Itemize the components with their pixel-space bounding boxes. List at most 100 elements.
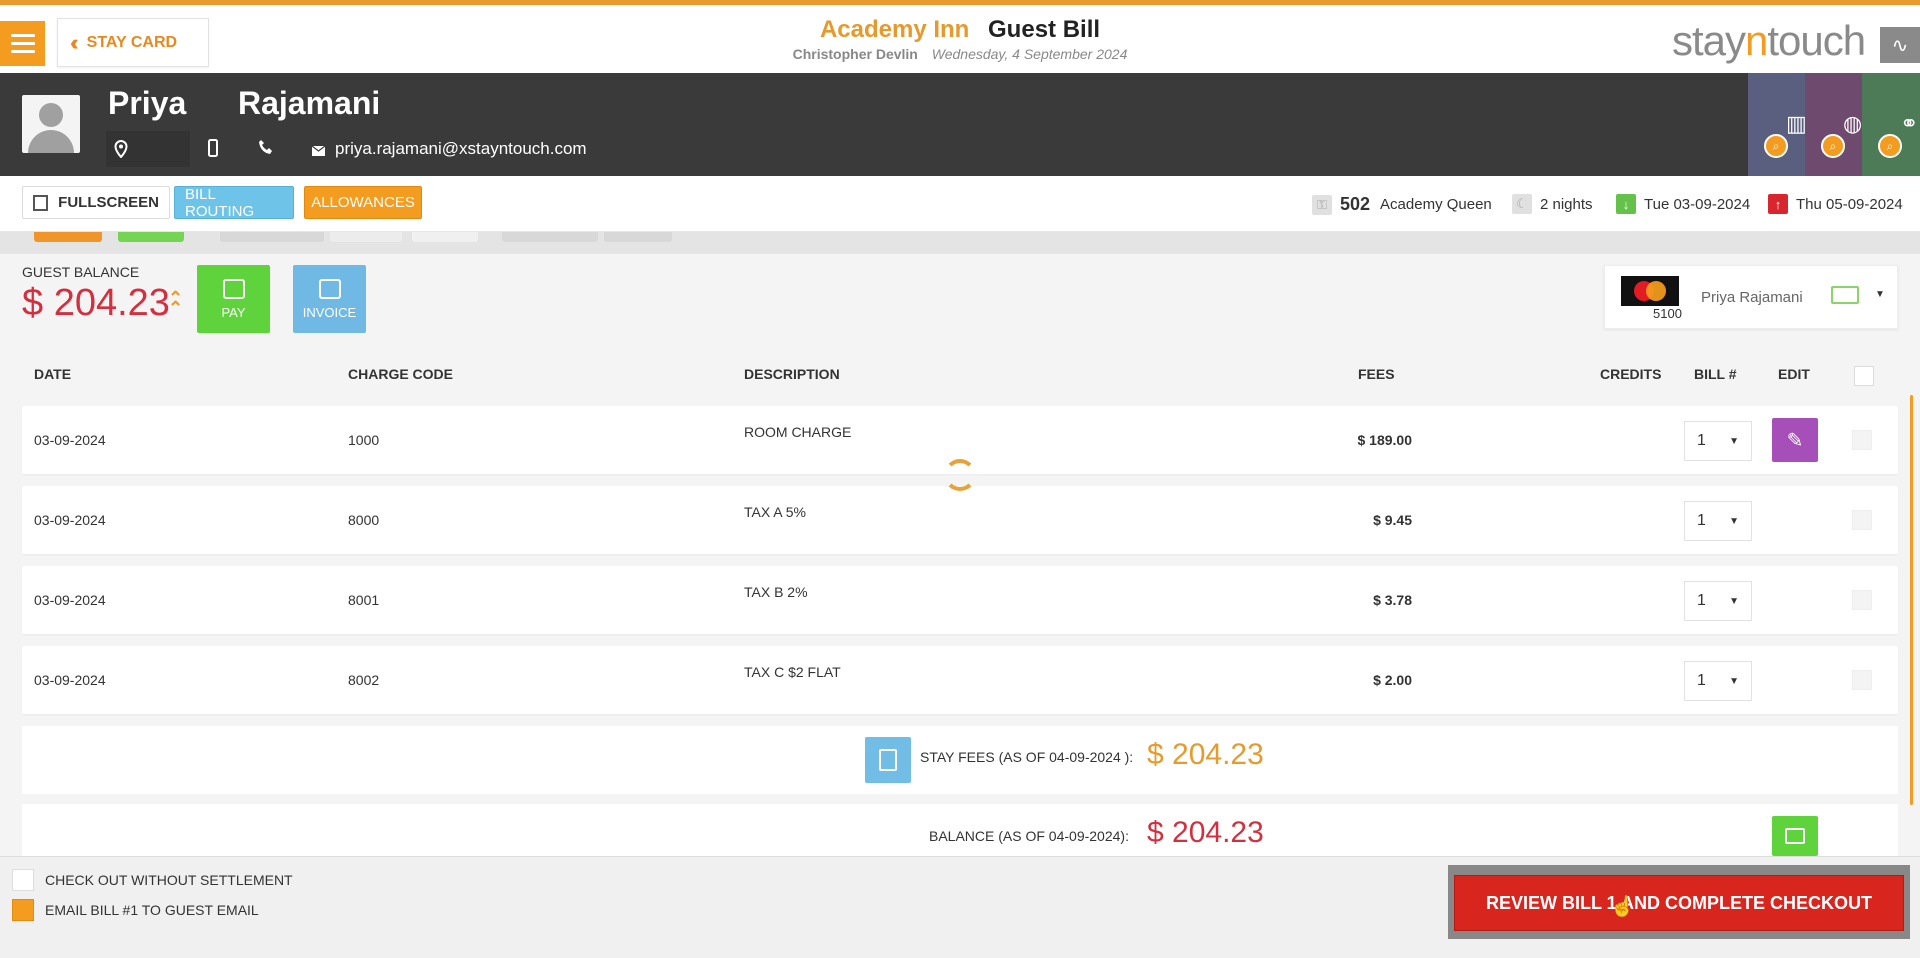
activity-pulse-icon[interactable]: ∿ — [1880, 27, 1920, 63]
bill-number-select[interactable]: 1 ▼ — [1684, 661, 1752, 701]
bill-routing-button[interactable]: BILL ROUTING — [174, 186, 294, 220]
menu-icon[interactable] — [0, 21, 45, 66]
column-header-fees: FEES — [1358, 366, 1395, 382]
column-header-edit: EDIT — [1778, 366, 1810, 382]
bill-number-select[interactable]: 1 ▼ — [1684, 421, 1752, 461]
page-title-block: Academy Inn Guest Bill Christopher Devli… — [760, 16, 1160, 62]
guest-email[interactable]: priya.rajamani@xstayntouch.com — [335, 139, 587, 159]
pointer-cursor-icon: ☝ — [1610, 896, 1635, 918]
wallet-pay-button[interactable] — [1772, 816, 1818, 856]
column-header-date: DATE — [34, 366, 72, 382]
wallet-icon — [222, 278, 245, 299]
guest-balance-label: GUEST BALANCE — [22, 264, 140, 280]
user-name: Christopher Devlin — [792, 46, 918, 62]
departure-info: ↑ Thu 05-09-2024 — [1768, 194, 1903, 214]
phone-icon[interactable] — [258, 139, 274, 160]
bill-number-select[interactable]: 1 ▼ — [1684, 581, 1752, 621]
moon-icon: ☾ — [1512, 194, 1532, 214]
row-fees: $ 3.78 — [1373, 592, 1412, 608]
bill-number-select[interactable]: 1 ▼ — [1684, 501, 1752, 541]
page-title: Guest Bill — [988, 16, 1101, 43]
row-checkbox[interactable] — [1852, 430, 1872, 450]
caret-down-icon: ▼ — [1729, 436, 1739, 447]
nights-count: 2 nights — [1540, 195, 1593, 213]
receipt-icon[interactable] — [865, 737, 911, 783]
complete-checkout-button[interactable]: REVIEW BILL 1 AND COMPLETE CHECKOUT — [1454, 875, 1904, 931]
arrival-info: ↓ Tue 03-09-2024 — [1616, 194, 1750, 214]
select-all-checkbox[interactable] — [1854, 366, 1874, 386]
room-info: ⚿ 502 Academy Queen — [1312, 194, 1492, 215]
row-fees: $ 9.45 — [1373, 512, 1412, 528]
room-type: Academy Queen — [1380, 196, 1492, 213]
table-row: 03-09-2024 8000 TAX A 5% $ 9.45 1 ▼ — [22, 486, 1898, 554]
row-description: TAX B 2% — [744, 584, 808, 600]
scrollbar[interactable] — [1910, 395, 1913, 805]
row-date: 03-09-2024 — [34, 512, 106, 528]
top-bar: ‹‹ STAY CARD Academy Inn Guest Bill Chri… — [0, 0, 1920, 73]
business-date: Wednesday, 4 September 2024 — [931, 46, 1128, 62]
card-last-digits: 5100 — [1653, 306, 1682, 321]
building-icon: ▥ — [1786, 111, 1807, 136]
collapsed-summary-strip — [0, 232, 1920, 254]
brand-post: touch — [1767, 17, 1866, 64]
action-bar: FULLSCREEN BILL ROUTING ALLOWANCES ⚿ 502… — [0, 176, 1920, 232]
guest-first-name: Priya — [108, 85, 187, 121]
location-field[interactable] — [106, 131, 190, 167]
column-header-charge-code: CHARGE CODE — [348, 366, 454, 382]
row-checkbox[interactable] — [1852, 590, 1872, 610]
stay-card-button[interactable]: ‹‹ STAY CARD — [57, 18, 209, 67]
avatar[interactable] — [22, 95, 80, 153]
credit-card-icon — [1831, 286, 1859, 304]
brand-pre: stay — [1672, 17, 1746, 64]
row-checkbox[interactable] — [1852, 510, 1872, 530]
room-number: 502 — [1340, 194, 1371, 214]
double-chevron-up-icon[interactable]: ⌃ ⌃ — [168, 289, 183, 317]
column-header-credits: CREDITS — [1600, 366, 1662, 382]
allowances-button[interactable]: ALLOWANCES — [304, 186, 422, 219]
travel-agent-card-tab[interactable]: ◍ ⌕ — [1805, 73, 1863, 176]
payment-method-selector[interactable]: 5100 Priya Rajamani ▼ — [1604, 265, 1898, 329]
pencil-icon: ✎ — [1786, 429, 1804, 452]
row-charge-code: 8002 — [348, 672, 380, 688]
stay-card-label: STAY CARD — [86, 33, 178, 51]
row-description: TAX A 5% — [744, 504, 806, 520]
key-icon: ⚿ — [1312, 194, 1332, 215]
pay-button[interactable]: PAY — [197, 265, 270, 333]
departure-date: Thu 05-09-2024 — [1796, 195, 1903, 213]
checkout-without-settlement-checkbox[interactable] — [12, 869, 34, 891]
row-charge-code: 8000 — [348, 512, 380, 528]
row-description: ROOM CHARGE — [744, 424, 852, 440]
globe-icon: ◍ — [1843, 111, 1863, 136]
email-bill-checkbox[interactable] — [12, 899, 34, 921]
fullscreen-label: FULLSCREEN — [58, 194, 159, 211]
group-card-tab[interactable]: ⚭ ⌕ — [1862, 73, 1920, 176]
mobile-icon[interactable] — [208, 139, 218, 162]
balance-row: BALANCE (AS OF 04-09-2024): $ 204.23 — [22, 804, 1898, 856]
stay-fees-amount: $ 204.23 — [1147, 738, 1264, 771]
column-header-description: DESCRIPTION — [744, 366, 840, 382]
caret-down-icon: ▼ — [1729, 676, 1739, 687]
company-card-tab[interactable]: ▥ ⌕ — [1748, 73, 1807, 176]
mastercard-icon — [1621, 276, 1679, 306]
location-icon — [114, 140, 128, 158]
card-tabs: ▥ ⌕ ◍ ⌕ ⚭ ⌕ — [1748, 73, 1920, 176]
edit-button[interactable]: ✎ — [1772, 418, 1818, 462]
row-charge-code: 1000 — [348, 432, 380, 448]
row-fees: $ 2.00 — [1373, 672, 1412, 688]
row-charge-code: 8001 — [348, 592, 380, 608]
row-date: 03-09-2024 — [34, 432, 106, 448]
stay-fees-row: STAY FEES (AS OF 04-09-2024 ): $ 204.23 — [22, 726, 1898, 794]
brand-accent: n — [1745, 17, 1768, 64]
row-checkbox[interactable] — [1852, 670, 1872, 690]
caret-down-icon: ▼ — [1729, 516, 1739, 527]
row-description: TAX C $2 FLAT — [744, 664, 841, 680]
brand-logo: stayntouch — [1672, 17, 1866, 65]
row-date: 03-09-2024 — [34, 672, 106, 688]
guest-balance-amount: $ 204.23 — [22, 282, 170, 324]
table-row: 03-09-2024 8001 TAX B 2% $ 3.78 1 ▼ — [22, 566, 1898, 634]
bill-number: 1 — [1697, 512, 1706, 529]
invoice-button[interactable]: INVOICE — [293, 265, 366, 333]
guest-last-name: Rajamani — [238, 85, 381, 121]
double-chevron-left-icon: ‹‹ — [70, 29, 78, 55]
fullscreen-button[interactable]: FULLSCREEN — [22, 186, 170, 219]
